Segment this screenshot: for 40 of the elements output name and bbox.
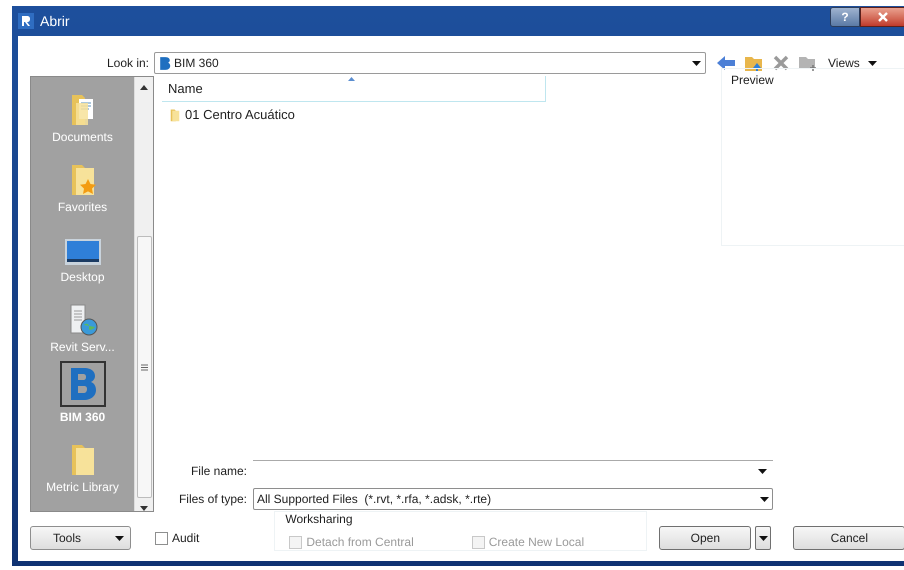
scroll-up-icon[interactable] [140,85,148,90]
close-icon [878,12,888,22]
look-in-value: BIM 360 [174,55,219,72]
cancel-button[interactable]: Cancel [793,526,904,550]
logo-icon [159,56,171,70]
look-in-label: Look in: [106,55,150,72]
open-button[interactable]: Open [659,526,752,550]
option-label: Detach from Central [306,534,414,551]
views-button[interactable]: Views [826,54,879,72]
new-folder-icon[interactable] [798,54,818,72]
open-menu-button[interactable] [755,526,772,550]
caret-icon [868,60,877,66]
sort-arrow-icon [348,77,355,81]
desktop-icon [64,237,102,267]
delete-icon[interactable] [772,54,790,72]
scrollbar[interactable] [134,77,153,511]
caret-icon [758,469,767,474]
caret-icon [758,536,768,540]
files-of-type-dropdown[interactable]: All Supported Files (*.rvt, *.rfa, *.adsk, *.rte) [253,488,773,510]
files-of-type-label: Files of type: [178,491,248,508]
audit-label: Audit [172,530,200,547]
close-button[interactable] [860,7,904,27]
scroll-down-icon[interactable] [140,506,148,511]
caret-icon [692,60,701,66]
tools-button[interactable]: Tools [30,526,131,550]
caret-icon [760,496,769,502]
column-header[interactable]: Name [162,76,546,102]
app-logo-icon [18,13,34,29]
worksharing-title: Worksharing [285,511,354,528]
back-arrow-icon[interactable] [716,55,736,71]
window-title: Abrir [40,12,70,30]
caret-icon [115,536,124,540]
checkbox[interactable] [155,532,168,544]
folder-up-icon[interactable] [744,54,764,72]
grip-icon [140,364,148,370]
look-in-dropdown[interactable]: BIM 360 [154,52,706,74]
preview-label: Preview [731,72,775,89]
file-name[interactable]: 01 Centro Acuático [185,105,295,125]
file-name-label: File name: [190,463,248,480]
option-label: Create New Local [488,534,584,551]
